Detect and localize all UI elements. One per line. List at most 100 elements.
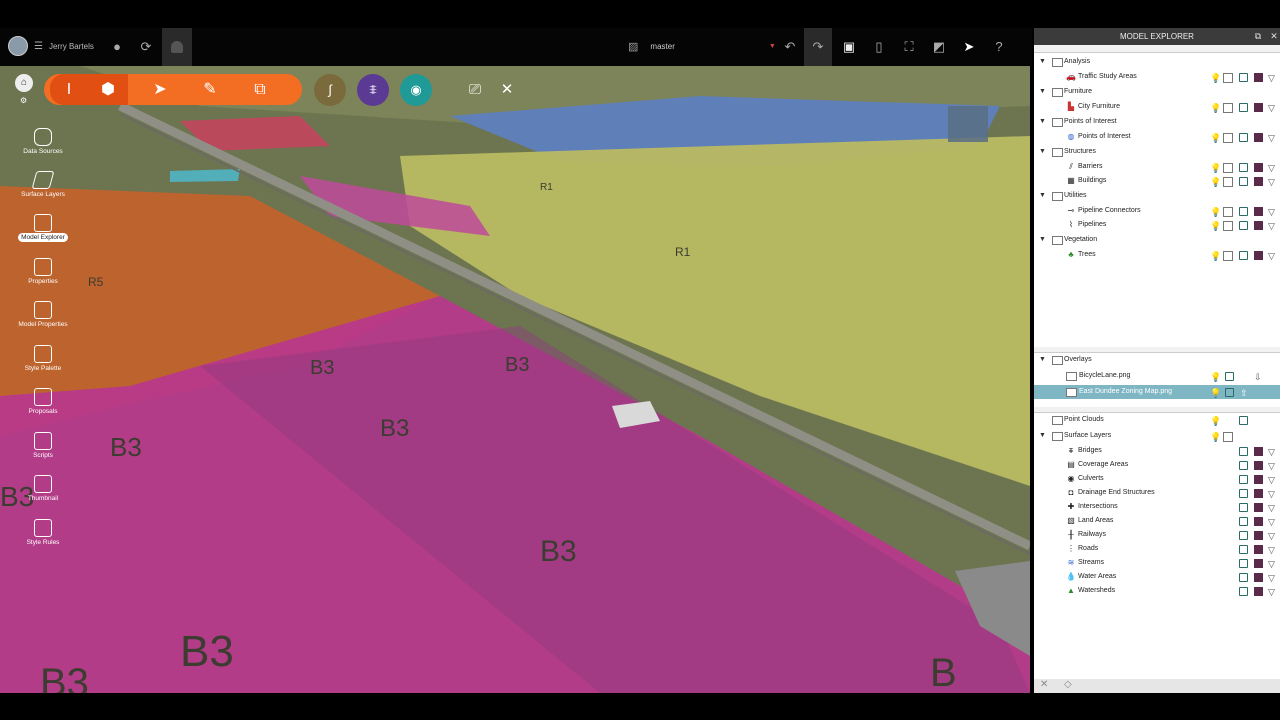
tree-group[interactable]: ▼ Structures: [1034, 145, 1280, 159]
model-cube-icon[interactable]: ⬢: [88, 74, 128, 105]
copy-icon[interactable]: [1223, 432, 1233, 442]
color-swatch[interactable]: [1254, 489, 1263, 498]
tree-group[interactable]: ▼ Analysis: [1034, 55, 1280, 69]
lock-icon[interactable]: [1225, 372, 1234, 381]
rail-properties[interactable]: Properties: [0, 258, 86, 285]
tree-group[interactable]: ▼ Overlays: [1034, 353, 1280, 367]
lock-icon[interactable]: [1239, 573, 1248, 582]
color-swatch[interactable]: [1254, 461, 1263, 470]
collapse-icon[interactable]: ✕: [1040, 679, 1048, 690]
filter-icon[interactable]: ▽: [1268, 487, 1275, 501]
color-swatch[interactable]: [1254, 559, 1263, 568]
color-swatch[interactable]: [1254, 103, 1263, 112]
copy-icon[interactable]: [1223, 177, 1233, 187]
color-swatch[interactable]: [1254, 503, 1263, 512]
lock-icon[interactable]: [1239, 133, 1248, 142]
copy-icon[interactable]: [1223, 221, 1233, 231]
copy-icon[interactable]: [1223, 163, 1233, 173]
visibility-icon[interactable]: 💡: [1210, 101, 1221, 115]
rail-data-sources[interactable]: Data Sources: [0, 128, 86, 155]
copy-icon[interactable]: [1223, 73, 1233, 83]
visibility-icon[interactable]: 💡: [1210, 414, 1221, 428]
lock-icon[interactable]: [1239, 489, 1248, 498]
rail-model-properties[interactable]: Model Properties: [0, 301, 86, 328]
filter-icon[interactable]: ▽: [1268, 131, 1275, 145]
visibility-icon[interactable]: 💡: [1210, 249, 1221, 263]
visibility-icon[interactable]: 💡: [1210, 161, 1221, 175]
tree-group[interactable]: ▼ Furniture: [1034, 85, 1280, 99]
lock-icon[interactable]: [1239, 475, 1248, 484]
filter-icon[interactable]: ▽: [1268, 459, 1275, 473]
help-icon[interactable]: ?: [990, 38, 1008, 56]
close-icon[interactable]: ✕: [1268, 28, 1280, 45]
pointer-icon[interactable]: ➤: [960, 38, 978, 56]
filter-icon[interactable]: ▽: [1268, 501, 1275, 515]
road-tool-icon[interactable]: ∫: [314, 74, 346, 106]
color-swatch[interactable]: [1254, 517, 1263, 526]
arrow-up-icon[interactable]: ⇧: [1240, 386, 1248, 400]
color-swatch[interactable]: [1254, 133, 1263, 142]
rail-style-rules[interactable]: Style Rules: [0, 519, 86, 546]
color-swatch[interactable]: [1254, 475, 1263, 484]
lock-icon[interactable]: [1239, 587, 1248, 596]
measure-icon[interactable]: ◩: [930, 38, 948, 56]
menu-icon[interactable]: ☰: [34, 41, 43, 52]
overlay-item[interactable]: BicycleLane.png 💡 ⇩: [1034, 369, 1280, 383]
lock-icon[interactable]: [1225, 388, 1234, 397]
lock-icon[interactable]: [1239, 517, 1248, 526]
tree-group[interactable]: Point Clouds 💡: [1034, 413, 1280, 427]
infrastructure-icon[interactable]: I: [50, 74, 88, 105]
color-swatch[interactable]: [1254, 587, 1263, 596]
tree-item[interactable]: ⊸ Pipeline Connectors 💡 ▽: [1034, 204, 1280, 218]
rail-proposals[interactable]: Proposals: [0, 388, 86, 415]
filter-icon[interactable]: ▽: [1268, 161, 1275, 175]
copy-icon[interactable]: [1223, 133, 1233, 143]
lock-icon[interactable]: [1239, 251, 1248, 260]
filter-icon[interactable]: ▽: [1268, 205, 1275, 219]
fit-view-icon[interactable]: ⛶: [900, 38, 918, 56]
filter-icon[interactable]: ▽: [1268, 515, 1275, 529]
color-swatch[interactable]: [1254, 573, 1263, 582]
color-swatch[interactable]: [1254, 163, 1263, 172]
sync-icon[interactable]: ⟳: [137, 38, 155, 56]
lock-icon[interactable]: [1239, 503, 1248, 512]
lock-icon[interactable]: [1239, 163, 1248, 172]
gear-icon[interactable]: ⚙: [20, 96, 27, 105]
user-icon[interactable]: [162, 28, 192, 66]
surface-item[interactable]: ⩨ Bridges ▽: [1034, 444, 1280, 458]
lock-icon[interactable]: [1239, 73, 1248, 82]
lock-icon[interactable]: [1239, 447, 1248, 456]
color-swatch[interactable]: [1254, 531, 1263, 540]
undo-icon[interactable]: ↶: [781, 38, 799, 56]
filter-icon[interactable]: ▽: [1268, 445, 1275, 459]
tree-item[interactable]: ⌇ Pipelines 💡 ▽: [1034, 218, 1280, 232]
lock-icon[interactable]: [1239, 177, 1248, 186]
surface-item[interactable]: ⋮ Roads ▽: [1034, 542, 1280, 556]
filter-icon[interactable]: ▽: [1268, 571, 1275, 585]
home-icon[interactable]: ⌂: [15, 74, 33, 92]
overlay-item-selected[interactable]: East Dundee Zoning Map.png 💡 ⇧: [1034, 385, 1280, 399]
arrow-down-icon[interactable]: ⇩: [1254, 370, 1262, 384]
tunnel-tool-icon[interactable]: ◉: [400, 74, 432, 106]
copy-icon[interactable]: [1223, 103, 1233, 113]
chat-icon[interactable]: ●: [108, 38, 126, 56]
surface-item[interactable]: ╫ Railways ▽: [1034, 528, 1280, 542]
tree-group[interactable]: ▼ Utilities: [1034, 189, 1280, 203]
filter-icon[interactable]: ▽: [1268, 473, 1275, 487]
rail-surface-layers[interactable]: Surface Layers: [0, 171, 86, 198]
color-swatch[interactable]: [1254, 73, 1263, 82]
tree-item[interactable]: ⫽ Barriers 💡 ▽: [1034, 160, 1280, 174]
filter-icon[interactable]: ▽: [1268, 71, 1275, 85]
visibility-icon[interactable]: 💡: [1210, 386, 1221, 400]
filter-icon[interactable]: ▽: [1268, 543, 1275, 557]
lock-icon[interactable]: [1239, 461, 1248, 470]
redo-icon[interactable]: ↷: [804, 28, 832, 66]
select-icon[interactable]: ➤: [140, 74, 180, 105]
undock-icon[interactable]: ⧉: [1252, 28, 1264, 45]
color-swatch[interactable]: [1254, 177, 1263, 186]
overlay-icon[interactable]: ⧉: [240, 74, 280, 105]
tree-item[interactable]: ▦ Buildings 💡 ▽: [1034, 174, 1280, 188]
visibility-icon[interactable]: 💡: [1210, 370, 1221, 384]
surface-item[interactable]: ▧ Land Areas ▽: [1034, 514, 1280, 528]
lock-icon[interactable]: [1239, 207, 1248, 216]
